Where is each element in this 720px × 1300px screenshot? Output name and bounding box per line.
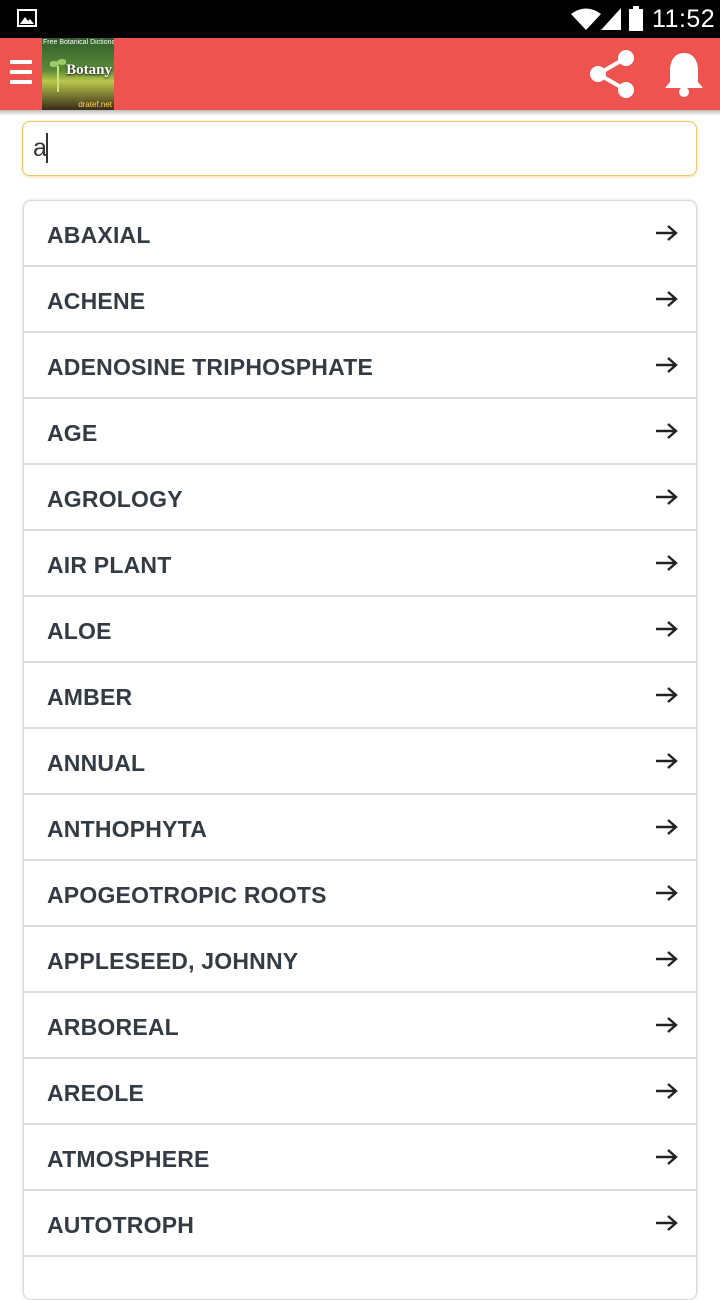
arrow-right-icon [656, 489, 678, 505]
wifi-icon [571, 8, 601, 30]
arrow-right-icon [656, 621, 678, 637]
arrow-right-icon [656, 885, 678, 901]
logo-site: dratef.net [78, 100, 112, 109]
arrow-right-icon [656, 423, 678, 439]
arrow-right-icon [656, 1215, 678, 1231]
list-item[interactable]: AREOLE [24, 1059, 696, 1125]
arrow-right-icon [656, 225, 678, 241]
app-bar-shadow [0, 110, 720, 115]
arrow-right-icon [656, 819, 678, 835]
list-item-label: ACHENE [47, 288, 146, 314]
list-item-label: AGROLOGY [47, 486, 183, 512]
logo-title: Botany [66, 62, 112, 78]
arrow-right-icon [656, 357, 678, 373]
list-item[interactable]: APPLESEED, JOHNNY [24, 927, 696, 993]
list-item[interactable]: APOGEOTROPIC ROOTS [24, 861, 696, 927]
status-time: 11:52 [652, 5, 716, 33]
list-item-label: ABAXIAL [47, 222, 151, 248]
list-item[interactable]: ACHENE [24, 267, 696, 333]
menu-icon [10, 60, 32, 64]
list-item-label: AUTOTROPH [47, 1212, 195, 1238]
arrow-right-icon [656, 687, 678, 703]
list-item[interactable]: AUTOTROPH [24, 1191, 696, 1257]
share-icon[interactable] [586, 48, 638, 100]
logo-subtitle: Free Botanical Dictionary [43, 39, 114, 46]
list-item[interactable]: ALOE [24, 597, 696, 663]
arrow-right-icon [656, 555, 678, 571]
list-item[interactable]: ADENOSINE TRIPHOSPHATE [24, 333, 696, 399]
list-item-label: AGE [47, 420, 98, 446]
list-item-label: AIR PLANT [47, 552, 172, 578]
list-item-label: ANTHOPHYTA [47, 816, 208, 842]
list-item-label: ADENOSINE TRIPHOSPHATE [47, 354, 374, 380]
arrow-right-icon [656, 1017, 678, 1033]
list-item-label: APPLESEED, JOHNNY [47, 948, 299, 974]
arrow-right-icon [656, 1083, 678, 1099]
gallery-icon [17, 9, 37, 27]
list-item-label: ATMOSPHERE [47, 1146, 210, 1172]
status-bar: 11:52 [0, 0, 720, 38]
list-item[interactable]: ANTHOPHYTA [24, 795, 696, 861]
arrow-right-icon [656, 753, 678, 769]
list-item-label: ANNUAL [47, 750, 146, 776]
search-input[interactable] [22, 121, 697, 176]
list-item[interactable]: AGROLOGY [24, 465, 696, 531]
signal-icon [601, 8, 621, 30]
app-logo: Free Botanical Dictionary Botany dratef.… [42, 38, 114, 110]
list-item[interactable]: ATMOSPHERE [24, 1125, 696, 1191]
list-item-label: ALOE [47, 618, 112, 644]
text-caret [46, 133, 48, 163]
battery-icon [629, 6, 643, 31]
list-item[interactable]: AGE [24, 399, 696, 465]
list-item[interactable]: ABAXIAL [24, 201, 696, 267]
list-item-label: APOGEOTROPIC ROOTS [47, 882, 327, 908]
list-item[interactable]: ANNUAL [24, 729, 696, 795]
list-item[interactable]: AMBER [24, 663, 696, 729]
list-item-label: ARBOREAL [47, 1014, 179, 1040]
list-item[interactable]: AIR PLANT [24, 531, 696, 597]
bell-icon[interactable] [662, 50, 706, 98]
list-item-label: AREOLE [47, 1080, 145, 1106]
list-item[interactable]: ARBOREAL [24, 993, 696, 1059]
results-list: ABAXIAL ACHENE ADENOSINE TRIPHOSPHATE AGE AG… [23, 200, 697, 1300]
menu-button[interactable] [10, 60, 32, 88]
arrow-right-icon [656, 1149, 678, 1165]
app-bar: Free Botanical Dictionary Botany dratef.… [0, 38, 720, 110]
arrow-right-icon [656, 951, 678, 967]
list-item-label: AMBER [47, 684, 133, 710]
arrow-right-icon [656, 291, 678, 307]
